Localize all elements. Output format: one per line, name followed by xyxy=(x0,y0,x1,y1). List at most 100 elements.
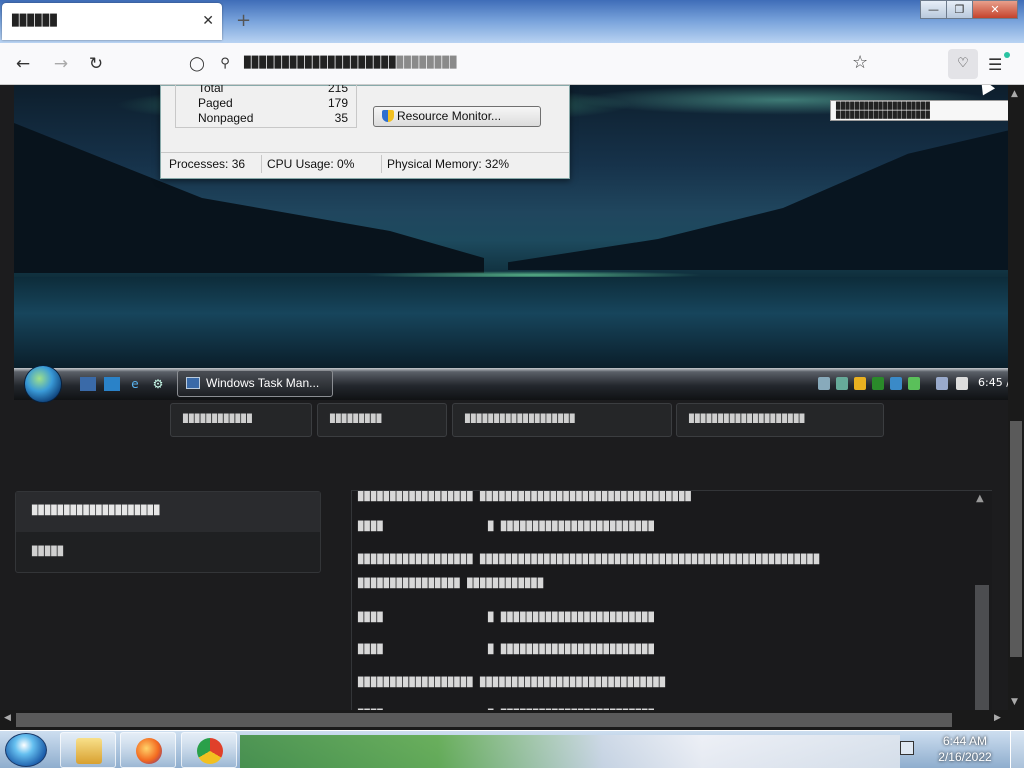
tab-title: ██████ xyxy=(12,14,58,27)
scroll-up-arrow-icon[interactable]: ▲ xyxy=(976,493,984,504)
tooltip-line: ████████████████████ xyxy=(836,111,931,119)
url-text[interactable]: ████████████████████████████ xyxy=(244,56,457,69)
url-bar[interactable]: ◯ ⚲ ████████████████████████████ ☆ xyxy=(180,49,880,79)
handles-nonpaged-label: Nonpaged xyxy=(198,111,254,125)
tray-app-icon[interactable] xyxy=(818,377,830,390)
show-desktop-button[interactable] xyxy=(1010,731,1024,768)
minimize-button[interactable]: — xyxy=(920,0,947,19)
detail-value: ████████████ xyxy=(467,579,545,589)
handles-group: Total 215 Paged 179 Nonpaged 35 xyxy=(175,85,357,128)
shield-icon[interactable]: ◯ xyxy=(186,53,208,75)
remote-taskbar: e ⚙ Windows Task Man... 6:45 / xyxy=(14,365,1010,403)
system-clock[interactable]: 6:44 AM 2/16/2022 xyxy=(930,733,1000,765)
security-shield-icon[interactable] xyxy=(854,377,866,390)
remote-start-orb-icon[interactable] xyxy=(24,365,62,403)
chip-button[interactable]: ███████████████████ xyxy=(452,403,672,437)
reload-icon[interactable]: ↻ xyxy=(85,53,107,75)
scroll-right-arrow-icon[interactable]: ▶ xyxy=(994,713,1001,723)
detail-row: ██████████████████ █████████████████████… xyxy=(358,555,820,565)
resource-monitor-label: Resource Monitor... xyxy=(397,109,502,123)
clock-time: 6:44 AM xyxy=(942,734,988,748)
show-desktop-quicklaunch-icon[interactable] xyxy=(80,377,96,391)
handles-paged-value: 179 xyxy=(327,96,348,110)
scroll-down-arrow-icon[interactable]: ▼ xyxy=(1011,697,1018,707)
switch-windows-icon[interactable] xyxy=(104,377,120,391)
detail-row: ████ █ ████████████████████████ xyxy=(358,645,655,655)
remote-desktop-viewport[interactable]: Total 215 Paged 179 Nonpaged 35 Resource… xyxy=(0,85,1024,730)
tray-app-icon[interactable] xyxy=(872,377,884,390)
local-taskbar: 6:44 AM 2/16/2022 xyxy=(0,730,1024,768)
page-vertical-scrollbar[interactable]: ▲ ▼ xyxy=(1008,85,1024,730)
internet-explorer-icon[interactable]: e xyxy=(127,377,143,391)
pocket-icon[interactable]: ♡ xyxy=(948,49,978,79)
resource-monitor-button[interactable]: Resource Monitor... xyxy=(373,106,541,127)
detail-scrollbar[interactable]: ▲ xyxy=(974,493,990,717)
chrome-pin[interactable] xyxy=(181,732,237,768)
browser-navbar: ← → ↻ ◯ ⚲ ████████████████████████████ ☆… xyxy=(0,43,1024,85)
tray-check-icon[interactable] xyxy=(908,377,920,390)
network-icon[interactable] xyxy=(900,741,914,755)
back-arrow-icon[interactable]: ← xyxy=(12,53,34,75)
sidebar-item[interactable]: █████ xyxy=(16,533,320,573)
tray-app-icon[interactable] xyxy=(890,377,902,390)
status-memory: Physical Memory: 32% xyxy=(387,157,510,171)
chip-label: ████████████ xyxy=(183,414,253,423)
firefox-icon xyxy=(136,738,162,764)
handles-total-label: Total xyxy=(198,85,224,95)
tooltip: ████████████████████ ███████████████████… xyxy=(830,100,1020,121)
file-explorer-pin[interactable] xyxy=(60,732,116,768)
start-orb-icon[interactable] xyxy=(5,733,47,767)
scroll-left-arrow-icon[interactable]: ◀ xyxy=(4,713,11,723)
forward-arrow-icon[interactable]: → xyxy=(50,53,72,75)
restore-button[interactable]: ❐ xyxy=(946,0,973,19)
hamburger-menu-icon[interactable]: ☰ xyxy=(988,52,1010,77)
detail-row: ████ █ ████████████████████████ xyxy=(358,522,655,532)
chip-label: ███████████████████ xyxy=(465,414,576,423)
detail-key: ████ xyxy=(358,522,384,532)
detail-key: ██████████████████ xyxy=(358,555,474,565)
chip-button[interactable]: ████████████████████ xyxy=(676,403,884,437)
detail-row: ██████████████████ █████████████████████… xyxy=(358,492,692,502)
window-controls: — ❐ ✕ xyxy=(920,0,1018,20)
task-button-label: Windows Task Man... xyxy=(206,376,320,390)
mountain-right xyxy=(508,130,1008,270)
permissions-icon[interactable]: ⚲ xyxy=(214,53,236,75)
detail-value: █████████████████████████████████ xyxy=(479,492,692,502)
scroll-up-arrow-icon[interactable]: ▲ xyxy=(1011,89,1018,99)
chrome-icon xyxy=(197,738,223,764)
status-separator xyxy=(381,155,382,173)
page-horizontal-scrollbar[interactable]: ◀ ▶ xyxy=(0,710,1008,730)
tab-close-icon[interactable]: ✕ xyxy=(202,13,214,29)
folder-icon xyxy=(76,738,102,764)
tray-app-icon[interactable] xyxy=(836,377,848,390)
detail-value: █████████████████████████████ xyxy=(479,678,667,688)
task-manager-window[interactable]: Total 215 Paged 179 Nonpaged 35 Resource… xyxy=(160,85,570,179)
scroll-thumb[interactable] xyxy=(1010,421,1022,657)
task-manager-icon xyxy=(186,377,200,389)
network-icon[interactable] xyxy=(936,377,948,390)
handles-nonpaged-value: 35 xyxy=(334,111,348,125)
scroll-thumb[interactable] xyxy=(16,713,952,727)
new-tab-button[interactable]: + xyxy=(236,10,251,31)
detail-value: █ ████████████████████████ xyxy=(488,522,655,532)
chip-button[interactable]: ████████████ xyxy=(170,403,312,437)
chip-label: ████████████████████ xyxy=(689,414,806,423)
bookmark-star-icon[interactable]: ☆ xyxy=(852,52,868,73)
gear-quicklaunch-icon[interactable]: ⚙ xyxy=(150,377,166,391)
tooltip-line: ████████████████████ xyxy=(836,102,931,110)
task-manager-taskbar-button[interactable]: Windows Task Man... xyxy=(177,370,333,397)
scroll-thumb[interactable] xyxy=(975,585,989,715)
update-dot xyxy=(1004,52,1010,58)
task-manager-status-bar: Processes: 36 CPU Usage: 0% Physical Mem… xyxy=(161,152,569,174)
close-window-button[interactable]: ✕ xyxy=(972,0,1018,19)
detail-row: ██████████████████ █████████████████████… xyxy=(358,678,666,688)
detail-row: ████████████████ ████████████ xyxy=(358,579,544,589)
firefox-pin[interactable] xyxy=(120,732,176,768)
status-cpu: CPU Usage: 0% xyxy=(267,157,355,171)
detail-key: ██████████████████ xyxy=(358,678,474,688)
sidebar-item-active[interactable]: ████████████████████ xyxy=(16,492,320,532)
chip-button[interactable]: █████████ xyxy=(317,403,447,437)
volume-muted-icon[interactable] xyxy=(956,377,968,390)
browser-tab-active[interactable]: ██████ ✕ xyxy=(2,3,222,40)
detail-key: ████ xyxy=(358,613,384,623)
